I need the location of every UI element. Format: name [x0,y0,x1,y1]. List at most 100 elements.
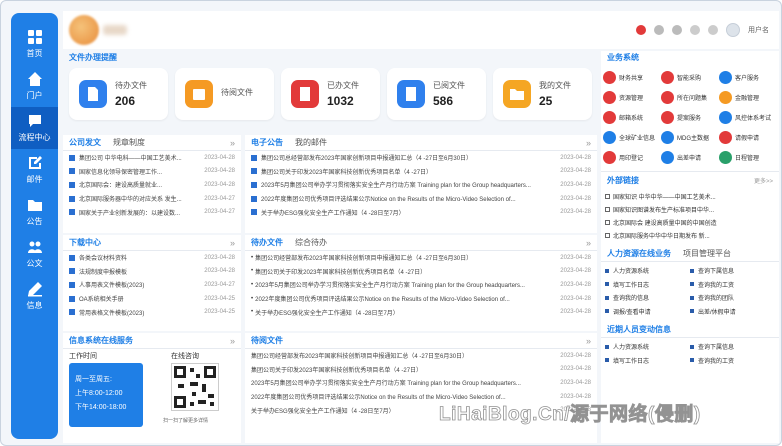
done-card[interactable]: 已办文件 1032 [281,68,380,120]
list-item[interactable]: 关于举办ESG强化安全生产工作通知（4 -28日至7月） 2023-04-28 [245,205,597,219]
list-item[interactable]: OA系统相关手册 2023-04-25 [63,292,241,306]
more-icon[interactable]: » [230,238,235,248]
tab-my-mail[interactable]: 我的邮件 [295,137,327,148]
list-item[interactable]: 国家关于产业创新发展的：以建设数... 2023-04-27 [63,205,241,219]
read-card[interactable]: 已阅文件 586 [387,68,486,120]
tab-todo-files[interactable]: 待办文件 [251,237,283,248]
list-item[interactable]: 国家信息化领导保密管理工作... 2023-04-28 [63,165,241,179]
my-files-card[interactable]: 我的文件 25 [493,68,592,120]
list-item[interactable]: • 集团公司关于印发2023年国家科技创新优秀项目名单（4 -27日） 2023-0… [245,265,597,279]
business-system-item[interactable]: 金融管理 [719,89,777,105]
business-system-label: 出差申请 [677,155,702,162]
list-item[interactable]: 北京国际服务中华中华日期发布 新... [605,229,775,242]
business-system-item[interactable]: 所在问题集 [661,89,719,105]
business-system-item[interactable]: 邮箱系统 [603,109,661,125]
list-item[interactable]: 常用表格文件模板(2023) 2023-04-25 [63,305,241,319]
list-item[interactable]: 各类会议材料资料 2023-04-28 [63,251,241,265]
sidebar-item-process[interactable]: 流程中心 [11,107,58,149]
more-link[interactable]: 更多>> [754,176,773,185]
checkbox[interactable] [605,220,610,225]
list-item[interactable]: 2023年5月集团公司举办学习贯彻落实安全生产月行动方案 Training pl… [245,178,597,192]
sidebar-item-info[interactable]: 信息 [11,275,58,317]
list-item[interactable]: 人事用表文件模板(2023) 2023-04-27 [63,278,241,292]
business-system-item[interactable]: 资源管理 [603,89,661,105]
sidebar-item-document[interactable]: 公文 [11,233,58,275]
business-system-item[interactable]: MDG主数据 [661,129,719,145]
list-item[interactable]: 集团公司关于印发2023年国家科技创新优秀项目名单（4 -27日） 2023-04… [245,165,597,179]
list-item[interactable]: • 2022年度集团公司优秀项目评选结果公示Notice on the Resul… [245,292,597,306]
business-system-label: 风控体系考试 [735,115,772,122]
list-item[interactable]: 人力资源系统 [605,340,690,354]
checkbox[interactable] [605,233,610,238]
list-item[interactable]: 集团公司关于印发2023年国家科技创新优秀项目名单（4 -27日） 2023-04… [245,363,597,377]
todo-card[interactable]: 待办文件 206 [69,68,168,120]
tab-e-notice[interactable]: 电子公告 [251,137,283,148]
sidebar-item-home[interactable]: 首页 [11,23,58,65]
list-item[interactable]: 集团公司总经营部发布2023年国家创新项目申报通知汇总（4 -27日至6月30日… [245,151,597,165]
more-icon[interactable]: » [230,336,235,346]
tab-mobile-service[interactable]: 信息系统在线服务 [69,335,133,346]
list-item[interactable]: • 集团公司经营部发布2023年国家科技创新项目申报通知汇总（4 -27日至6月3… [245,251,597,265]
tab-company-docs[interactable]: 公司发文 [69,137,101,148]
business-system-item[interactable]: 全球矿业信息 [603,129,661,145]
tab-project-platform[interactable]: 项目管理平台 [683,248,731,259]
list-item[interactable]: 查询我的工资 [690,354,775,368]
list-item[interactable]: 北京国际会 建设高质量中国的中国创造 [605,216,775,229]
power-icon[interactable] [690,25,700,35]
list-item[interactable]: 查询我的工资 [690,278,775,292]
grid-icon [27,30,42,44]
list-item[interactable]: 调报/查看申请 [605,305,690,319]
business-system-item[interactable]: 用印登记 [603,149,661,165]
mail-icon[interactable] [654,25,664,35]
tab-general-todo[interactable]: 综合待办 [295,237,327,248]
tab-hr-online[interactable]: 人力资源在线业务 [607,248,671,259]
business-system-item[interactable]: 日程管理 [719,149,777,165]
theme-icon[interactable] [708,25,718,35]
message-icon[interactable] [636,25,646,35]
list-item[interactable]: • 关于举办ESG强化安全生产工作通知（4 -28日至7月） 2023-04-28 [245,305,597,319]
list-item[interactable]: 2023年5月集团公司举办学习贯彻落实安全生产月行动方案 Training pl… [245,376,597,390]
list-item[interactable]: 北京国际服务器中华的对应关系 发生... 2023-04-27 [63,192,241,206]
list-item[interactable]: • 2023年5月集团公司举办学习贯彻落实安全生产月行动方案 Training p… [245,278,597,292]
list-item[interactable]: 填写工作日志 [605,354,690,368]
list-item[interactable]: 查询下属信息 [690,264,775,278]
more-icon[interactable]: » [586,138,591,148]
more-icon[interactable]: » [586,238,591,248]
business-system-item[interactable]: 请假申请 [719,129,777,145]
stats-title: 文件办理提醒 [69,53,117,62]
user-name[interactable]: 用户名 [748,25,769,35]
list-item[interactable]: 集团公司经营部发布2023年国家科技创新项目申报通知汇总（4 -27日至6月30… [245,349,597,363]
list-item[interactable]: 法规制度申报模板 2023-04-28 [63,265,241,279]
business-system-item[interactable]: 智能采购 [661,69,719,85]
more-icon[interactable]: » [586,336,591,346]
list-item[interactable]: 国家知识图谱发布生产标准项目中华... [605,203,775,216]
list-item[interactable]: 出差/休假申请 [690,305,775,319]
list-item[interactable]: 查询我的团队 [690,291,775,305]
business-system-item[interactable]: 财务共享 [603,69,661,85]
tab-to-read[interactable]: 待阅文件 [251,335,283,346]
list-item[interactable]: 查询我的信息 [605,291,690,305]
business-system-item[interactable]: 风控体系考试 [719,109,777,125]
list-item[interactable]: 填写工作日志 [605,278,690,292]
tab-download[interactable]: 下载中心 [69,237,101,248]
checkbox[interactable] [605,194,610,199]
sidebar-item-mail[interactable]: 邮件 [11,149,58,191]
list-item[interactable]: 北京国际会：建设高质量就业... 2023-04-28 [63,178,241,192]
settings-icon[interactable] [672,25,682,35]
business-system-item[interactable]: 提案服务 [661,109,719,125]
more-icon[interactable]: » [230,138,235,148]
list-item[interactable]: 2022年度集团公司优秀项目评选结果公示Notice on the Result… [245,192,597,206]
to-read-card[interactable]: 待阅文件 [175,68,274,120]
avatar[interactable] [726,23,740,37]
business-system-label: 全球矿业信息 [619,135,656,142]
sidebar-item-notice[interactable]: 公告 [11,191,58,233]
tab-regulations[interactable]: 规章制度 [113,137,145,148]
sidebar-item-portal[interactable]: 门户 [11,65,58,107]
list-item[interactable]: 集团公司 中华电科——中国工艺美术... 2023-04-28 [63,151,241,165]
business-system-item[interactable]: 出差申请 [661,149,719,165]
list-item[interactable]: 国家知识 中华中华——中国工艺美术... [605,190,775,203]
list-item[interactable]: 人力资源系统 [605,264,690,278]
checkbox[interactable] [605,207,610,212]
list-item[interactable]: 查询下属信息 [690,340,775,354]
business-system-item[interactable]: 客户服务 [719,69,777,85]
